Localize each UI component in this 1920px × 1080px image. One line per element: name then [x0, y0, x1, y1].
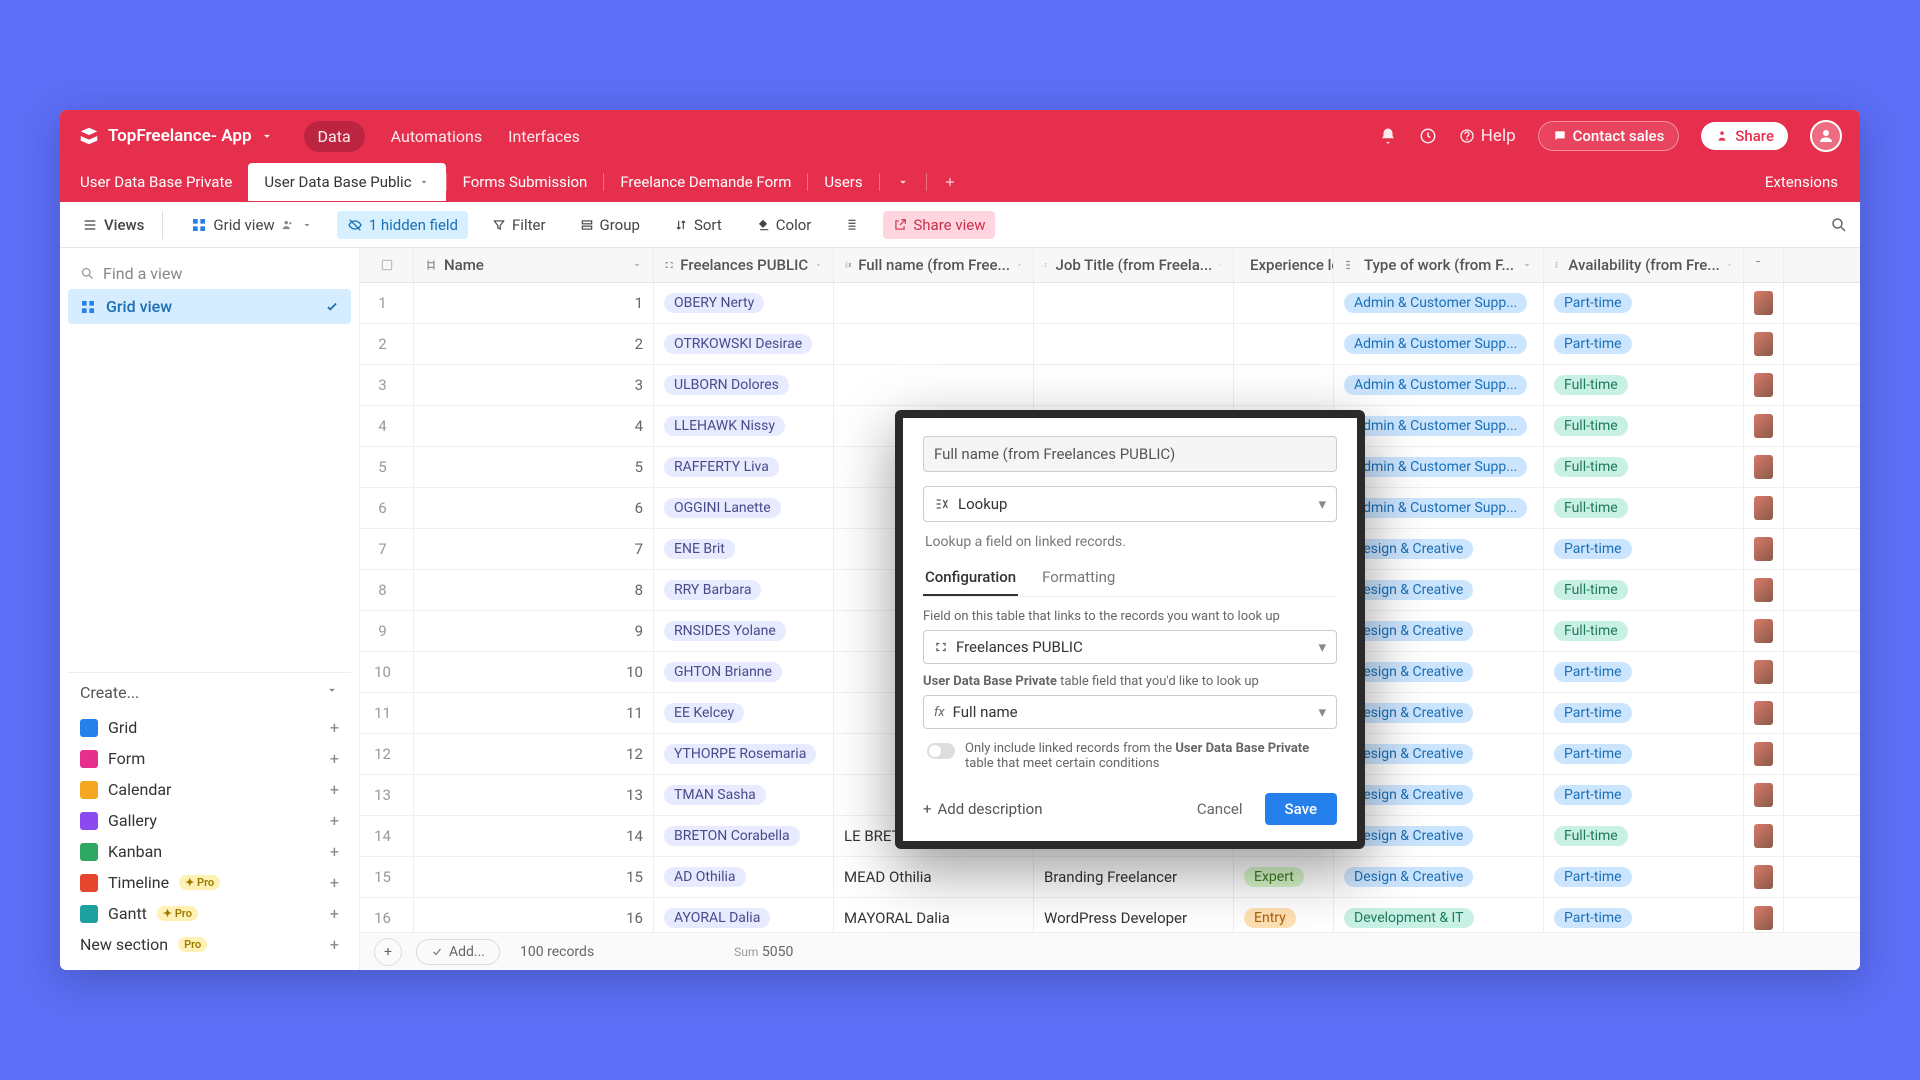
view-toolbar: Views Grid view 1 hidden field Filter Gr… — [60, 202, 1860, 248]
formula-icon: fx — [934, 705, 945, 720]
header-right: Help Contact sales Share — [1379, 120, 1842, 152]
tab-chevron[interactable] — [880, 165, 926, 199]
gridview-button[interactable]: Grid view — [181, 211, 322, 239]
table-row[interactable]: 2 2 OTRKOWSKI Desirae Admin & Customer S… — [360, 324, 1860, 365]
new-section-button[interactable]: New sectionPro+ — [68, 929, 351, 960]
sum-value: Sum 5050 — [734, 944, 793, 960]
col-avail[interactable]: Availability (from Fre... — [1544, 248, 1744, 282]
table-row[interactable]: 1 1 OBERY Nerty Admin & Customer Supp...… — [360, 283, 1860, 324]
history-icon[interactable] — [1419, 127, 1437, 145]
lookup-field-label: User Data Base Private table field that … — [923, 674, 1337, 689]
field-type-select[interactable]: Lookup ▾ — [923, 486, 1337, 522]
tab-demande[interactable]: Freelance Demande Form — [604, 163, 807, 201]
lookup-icon — [934, 496, 950, 512]
link-icon — [934, 640, 948, 654]
col-jobtitle[interactable]: Job Title (from Freela... — [1034, 248, 1234, 282]
people-icon — [281, 218, 295, 232]
group-button[interactable]: Group — [570, 211, 650, 239]
records-count: 100 records — [520, 944, 594, 960]
user-avatar[interactable] — [1810, 120, 1842, 152]
create-kanban[interactable]: Kanban+ — [68, 836, 351, 867]
tab-public[interactable]: User Data Base Public — [248, 163, 445, 201]
share-button[interactable]: Share — [1701, 122, 1788, 150]
sidebar-view-grid[interactable]: Grid view — [68, 289, 351, 324]
save-button[interactable]: Save — [1265, 793, 1337, 825]
cancel-button[interactable]: Cancel — [1185, 794, 1255, 824]
add-dropdown-button[interactable]: Add... — [416, 939, 500, 965]
tab-users[interactable]: Users — [808, 163, 878, 201]
field-name-input[interactable] — [923, 436, 1337, 472]
add-table-button[interactable] — [927, 165, 973, 199]
filter-button[interactable]: Filter — [482, 211, 556, 239]
views-sidebar: Find a view Grid view Create... Grid+For… — [60, 248, 360, 970]
grid-header: Name Freelances PUBLIC Full name (from F… — [360, 248, 1860, 283]
create-grid[interactable]: Grid+ — [68, 712, 351, 743]
hidden-fields-button[interactable]: 1 hidden field — [337, 211, 468, 239]
app-window: TopFreelance- App Data Automations Inter… — [60, 110, 1860, 970]
link-field-label: Field on this table that links to the re… — [923, 609, 1337, 624]
app-logo[interactable]: TopFreelance- App — [78, 125, 274, 147]
col-photo[interactable] — [1744, 248, 1784, 282]
share-view-button[interactable]: Share view — [883, 211, 995, 239]
help-button[interactable]: Help — [1459, 126, 1516, 146]
views-toggle[interactable]: Views — [72, 211, 163, 239]
col-freelances[interactable]: Freelances PUBLIC — [654, 248, 834, 282]
row-height-button[interactable] — [835, 213, 869, 237]
app-header: TopFreelance- App Data Automations Inter… — [60, 110, 1860, 162]
table-row[interactable]: 3 3 ULBORN Dolores Admin & Customer Supp… — [360, 365, 1860, 406]
table-row[interactable]: 15 15 AD Othilia MEAD Othilia Branding F… — [360, 857, 1860, 898]
search-button[interactable] — [1830, 215, 1848, 234]
add-row-button[interactable]: + — [374, 938, 402, 966]
select-all-checkbox[interactable] — [360, 248, 414, 282]
nav-interfaces[interactable]: Interfaces — [508, 127, 580, 146]
find-view-input[interactable]: Find a view — [68, 258, 351, 289]
field-config-popover: Lookup ▾ Lookup a field on linked record… — [895, 410, 1365, 849]
contact-sales-button[interactable]: Contact sales — [1538, 121, 1680, 151]
tab-formatting[interactable]: Formatting — [1040, 560, 1117, 596]
col-fullname[interactable]: Full name (from Free... — [834, 248, 1034, 282]
bell-icon[interactable] — [1379, 127, 1397, 145]
tab-configuration[interactable]: Configuration — [923, 560, 1018, 596]
base-icon — [78, 125, 100, 147]
filter-toggle-row: Only include linked records from the Use… — [923, 741, 1337, 771]
lookup-field-select[interactable]: fx Full name▾ — [923, 695, 1337, 729]
create-section-header[interactable]: Create... — [68, 672, 351, 712]
tab-private[interactable]: User Data Base Private — [64, 163, 248, 201]
col-name[interactable]: Name — [414, 248, 654, 282]
color-button[interactable]: Color — [746, 211, 822, 239]
add-description-button[interactable]: +Add description — [923, 800, 1043, 818]
create-timeline[interactable]: Timeline✦ Pro+ — [68, 867, 351, 898]
filter-toggle[interactable] — [927, 743, 955, 759]
link-field-select[interactable]: Freelances PUBLIC▾ — [923, 630, 1337, 664]
type-description: Lookup a field on linked records. — [925, 534, 1335, 550]
top-nav: Data Automations Interfaces — [304, 121, 580, 152]
sort-button[interactable]: Sort — [664, 211, 732, 239]
nav-data[interactable]: Data — [304, 121, 365, 152]
nav-automations[interactable]: Automations — [391, 127, 482, 146]
config-subtabs: Configuration Formatting — [923, 560, 1337, 597]
extensions-button[interactable]: Extensions — [1765, 173, 1856, 191]
chevron-down-icon[interactable] — [260, 129, 274, 143]
create-form[interactable]: Form+ — [68, 743, 351, 774]
app-title: TopFreelance- App — [108, 126, 252, 146]
table-tabs: User Data Base Private User Data Base Pu… — [60, 162, 1860, 202]
create-calendar[interactable]: Calendar+ — [68, 774, 351, 805]
col-type[interactable]: Type of work (from F... — [1334, 248, 1544, 282]
create-gantt[interactable]: Gantt✦ Pro+ — [68, 898, 351, 929]
grid-footer: + Add... 100 records Sum 5050 — [360, 932, 1860, 970]
chevron-down-icon: ▾ — [1318, 495, 1326, 513]
col-exp[interactable]: Experience level (fro... — [1234, 248, 1334, 282]
tab-forms[interactable]: Forms Submission — [447, 163, 604, 201]
create-gallery[interactable]: Gallery+ — [68, 805, 351, 836]
